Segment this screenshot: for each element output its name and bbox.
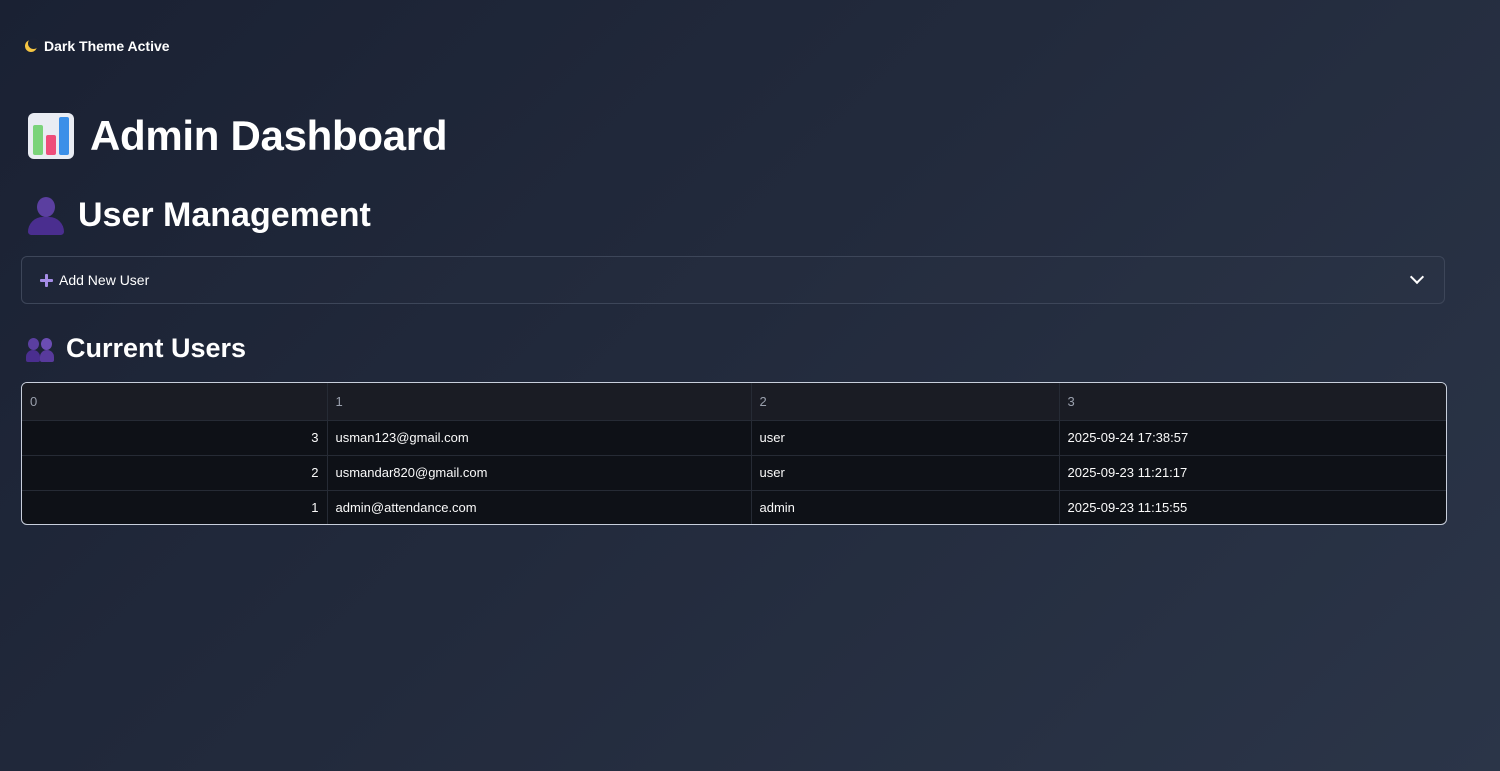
cell-email[interactable]: usman123@gmail.com (327, 420, 752, 456)
cell-id[interactable]: 1 (22, 490, 328, 524)
cell-role[interactable]: admin (751, 490, 1060, 524)
bar-chart-icon (28, 113, 74, 159)
cell-role[interactable]: user (751, 420, 1060, 456)
moon-icon (24, 38, 39, 53)
cell-created[interactable]: 2025-09-23 11:21:17 (1059, 455, 1446, 491)
theme-indicator-label: Dark Theme Active (44, 38, 170, 54)
user-management-header: User Management (28, 196, 371, 235)
current-users-header: Current Users (26, 333, 246, 364)
cell-role[interactable]: user (751, 455, 1060, 491)
table-row[interactable]: 1 admin@attendance.com admin 2025-09-23 … (22, 490, 1446, 524)
current-users-title: Current Users (66, 333, 247, 363)
table-header-row: 0 1 2 3 (22, 383, 1446, 421)
cell-created[interactable]: 2025-09-23 11:15:55 (1059, 490, 1446, 524)
page-title-text: Admin Dashboard (90, 112, 448, 159)
column-header[interactable]: 2 (751, 383, 1060, 421)
cell-created[interactable]: 2025-09-24 17:38:57 (1059, 420, 1446, 456)
cell-id[interactable]: 3 (22, 420, 328, 456)
cell-email[interactable]: usmandar820@gmail.com (327, 455, 752, 491)
add-new-user-label: Add New User (59, 272, 150, 288)
plus-icon (40, 273, 53, 287)
user-icon (28, 196, 64, 235)
page-title: Admin Dashboard (28, 112, 448, 160)
chevron-down-icon[interactable] (1409, 269, 1425, 285)
users-icon (26, 336, 54, 362)
column-header[interactable]: 0 (22, 383, 328, 421)
table-row[interactable]: 2 usmandar820@gmail.com user 2025-09-23 … (22, 455, 1446, 491)
users-table[interactable]: 0 1 2 3 3 usman123@gmail.com user 2025-0… (21, 382, 1447, 525)
cell-email[interactable]: admin@attendance.com (327, 490, 752, 524)
add-new-user-expander[interactable]: Add New User (21, 256, 1445, 304)
column-header[interactable]: 3 (1059, 383, 1446, 421)
theme-indicator: Dark Theme Active (24, 38, 170, 54)
table-row[interactable]: 3 usman123@gmail.com user 2025-09-24 17:… (22, 420, 1446, 456)
user-management-title: User Management (78, 196, 371, 234)
column-header[interactable]: 1 (327, 383, 752, 421)
cell-id[interactable]: 2 (22, 455, 328, 491)
